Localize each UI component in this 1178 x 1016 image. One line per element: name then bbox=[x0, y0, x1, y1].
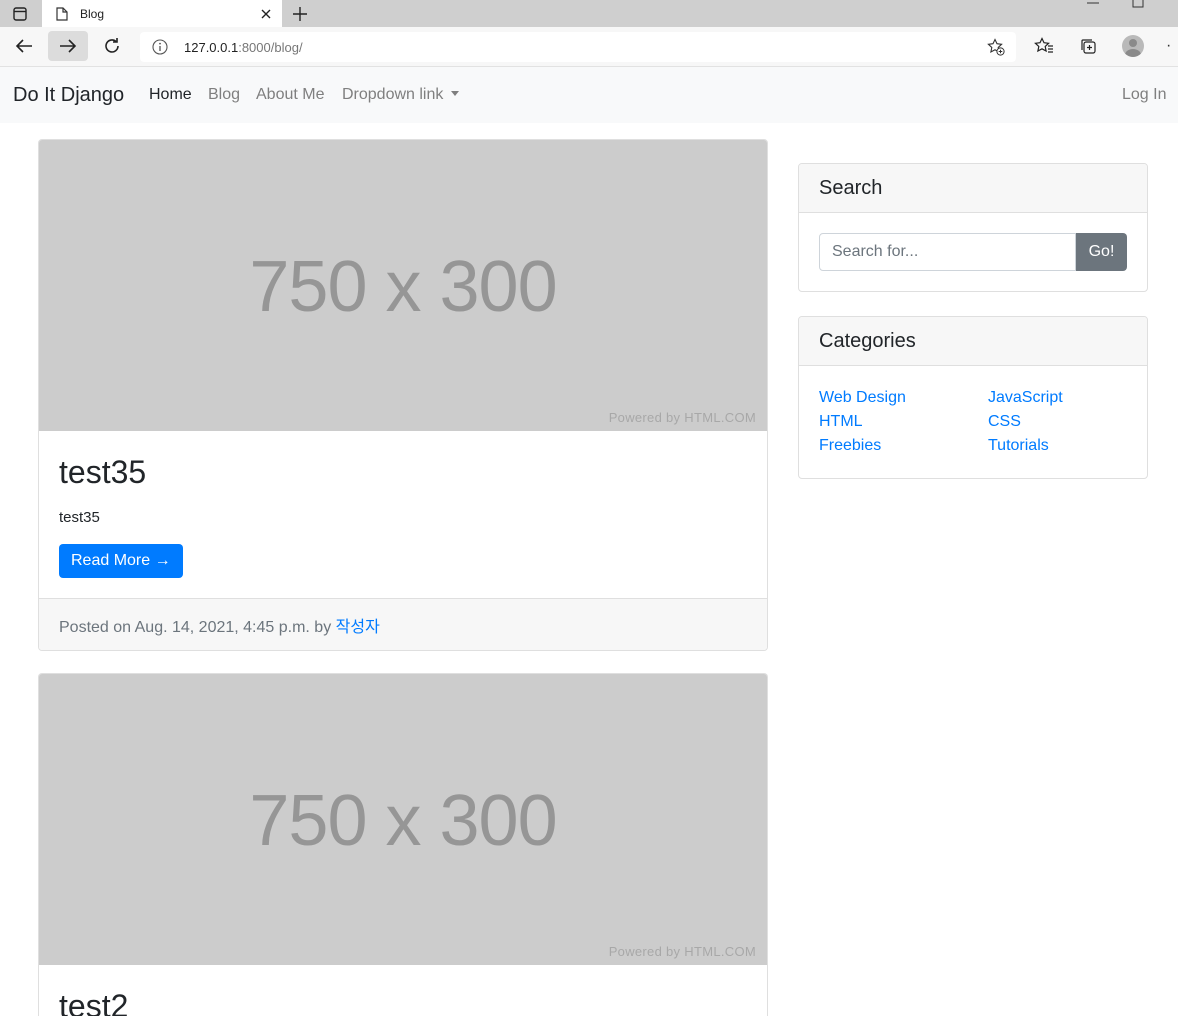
post-image-placeholder[interactable]: 750 x 300 Powered by HTML.COM bbox=[39, 140, 767, 431]
maximize-icon[interactable] bbox=[1131, 0, 1145, 10]
tab-close-icon[interactable] bbox=[254, 2, 278, 26]
post-excerpt: test35 bbox=[59, 509, 100, 526]
nav-dropdown-label: Dropdown link bbox=[342, 86, 444, 103]
address-bar[interactable]: 127.0.0.1:8000/blog/ bbox=[140, 32, 1016, 62]
collections-button[interactable] bbox=[1068, 31, 1108, 61]
read-more-button[interactable]: Read More → bbox=[59, 544, 183, 578]
nav-dropdown[interactable]: Dropdown link bbox=[342, 86, 460, 104]
post-footer: Posted on Aug. 14, 2021, 4:45 p.m. by 작성… bbox=[39, 598, 767, 650]
favorites-icon bbox=[1034, 37, 1053, 53]
placeholder-credit: Powered by HTML.COM bbox=[608, 944, 756, 959]
search-widget-body: Go! bbox=[799, 213, 1147, 291]
search-widget-title: Search bbox=[799, 164, 1147, 213]
category-link-freebies[interactable]: Freebies bbox=[819, 435, 988, 457]
search-group: Go! bbox=[819, 233, 1127, 271]
nav-home[interactable]: Home bbox=[149, 86, 192, 104]
category-list: Web Design JavaScript HTML CSS Freebies … bbox=[819, 387, 1127, 457]
more-options-icon[interactable]: · bbox=[1166, 37, 1171, 55]
category-link-javascript[interactable]: JavaScript bbox=[988, 387, 1138, 409]
tab-title: Blog bbox=[80, 6, 105, 21]
browser-tab-bar: Blog bbox=[0, 0, 1178, 27]
categories-widget: Categories Web Design JavaScript HTML CS… bbox=[798, 316, 1148, 479]
placeholder-size-text: 750 x 300 bbox=[249, 247, 557, 327]
arrow-right-icon bbox=[60, 39, 77, 53]
post-meta: Posted on Aug. 14, 2021, 4:45 p.m. by bbox=[59, 619, 332, 636]
tab-actions-icon bbox=[13, 6, 27, 21]
search-input[interactable] bbox=[819, 233, 1076, 271]
categories-widget-title: Categories bbox=[799, 317, 1147, 366]
categories-widget-body: Web Design JavaScript HTML CSS Freebies … bbox=[799, 366, 1147, 477]
nav-about-me[interactable]: About Me bbox=[256, 86, 324, 104]
page-icon bbox=[54, 6, 70, 22]
post-image-placeholder[interactable]: 750 x 300 Powered by HTML.COM bbox=[39, 674, 767, 965]
post-body: test2 bbox=[39, 965, 767, 1016]
category-link-web-design[interactable]: Web Design bbox=[819, 387, 988, 409]
category-link-css[interactable]: CSS bbox=[988, 411, 1138, 433]
refresh-icon bbox=[105, 38, 119, 53]
new-tab-button[interactable] bbox=[286, 0, 314, 27]
category-link-html[interactable]: HTML bbox=[819, 411, 988, 433]
nav-login[interactable]: Log In bbox=[1122, 86, 1166, 104]
post-card: 750 x 300 Powered by HTML.COM test2 bbox=[38, 673, 768, 1016]
tab-actions-button[interactable] bbox=[0, 0, 40, 27]
nav-blog[interactable]: Blog bbox=[208, 86, 240, 104]
profile-avatar[interactable] bbox=[1122, 35, 1144, 57]
url-host: 127.0.0.1 bbox=[184, 39, 239, 55]
search-widget: Search Go! bbox=[798, 163, 1148, 292]
back-button[interactable] bbox=[4, 31, 44, 61]
post-title: test2 bbox=[59, 988, 129, 1016]
arrow-left-icon bbox=[15, 39, 32, 53]
collections-icon bbox=[1081, 39, 1096, 54]
placeholder-credit: Powered by HTML.COM bbox=[608, 410, 756, 425]
url-text[interactable]: 127.0.0.1:8000/blog/ bbox=[184, 40, 976, 55]
url-path: :8000/blog/ bbox=[238, 39, 303, 55]
favorites-button[interactable] bbox=[1024, 31, 1064, 61]
post-card: 750 x 300 Powered by HTML.COM test35 tes… bbox=[38, 139, 768, 651]
reload-button[interactable] bbox=[92, 31, 132, 61]
category-link-tutorials[interactable]: Tutorials bbox=[988, 435, 1138, 457]
browser-tab[interactable]: Blog bbox=[42, 0, 282, 27]
plus-icon bbox=[293, 6, 307, 21]
site-brand[interactable]: Do It Django bbox=[13, 84, 124, 107]
add-favorite-icon[interactable] bbox=[976, 38, 1016, 56]
placeholder-size-text: 750 x 300 bbox=[249, 781, 557, 861]
post-body: test35 test35 Read More → bbox=[39, 431, 767, 598]
post-title: test35 bbox=[59, 454, 147, 490]
post-author-link[interactable]: 작성자 bbox=[336, 619, 380, 636]
minimize-icon[interactable] bbox=[1086, 0, 1100, 10]
browser-toolbar: 127.0.0.1:8000/blog/ · bbox=[0, 27, 1178, 67]
caret-down-icon bbox=[451, 91, 460, 96]
search-go-button[interactable]: Go! bbox=[1076, 233, 1127, 271]
info-icon[interactable] bbox=[140, 39, 180, 55]
site-navbar: Do It Django Home Blog About Me Dropdown… bbox=[0, 67, 1178, 123]
forward-button[interactable] bbox=[48, 31, 88, 61]
